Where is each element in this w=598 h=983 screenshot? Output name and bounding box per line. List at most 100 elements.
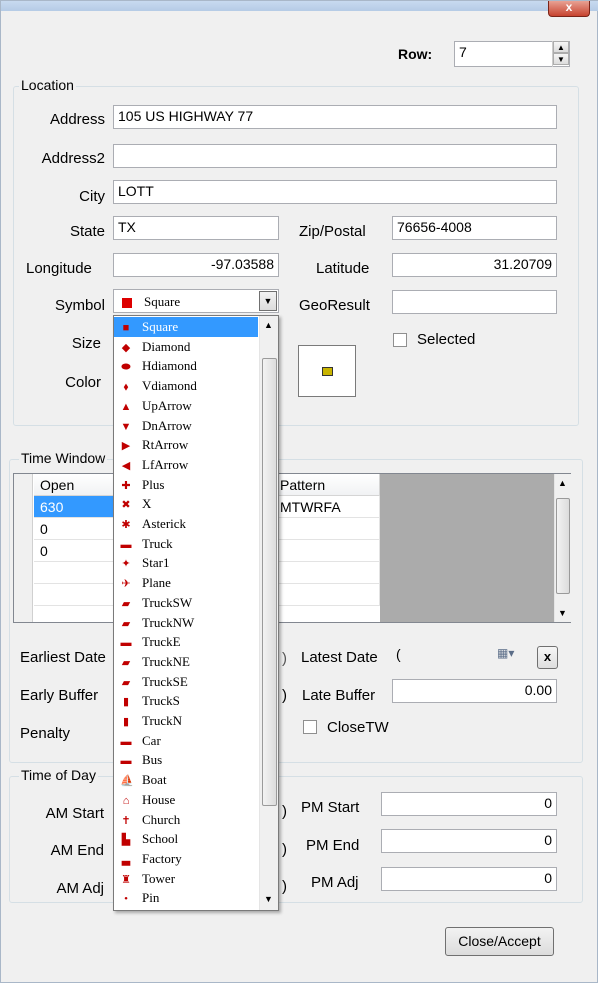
symbol-option[interactable]: ▰ TruckNE <box>114 652 258 672</box>
chevron-down-icon[interactable]: ▼ <box>259 291 277 311</box>
time-window-group-title: Time Window <box>19 450 108 466</box>
latitude-input[interactable]: 31.20709 <box>392 253 557 277</box>
late-buffer-input[interactable]: 0.00 <box>392 679 557 703</box>
symbol-option[interactable]: ⛵ Boat <box>114 770 258 790</box>
closetw-checkbox[interactable] <box>303 720 317 734</box>
spin-up-icon[interactable]: ▲ <box>553 41 569 53</box>
symbol-option-label: Church <box>142 811 181 827</box>
symbol-option[interactable]: ◀ LfArrow <box>114 455 258 475</box>
table-cell-pattern[interactable] <box>274 562 380 584</box>
vdiamond-icon: ⬧ <box>123 381 129 394</box>
scroll-up-icon[interactable]: ▲ <box>264 320 273 330</box>
truck-se-icon: ▰ <box>121 676 131 689</box>
symbol-option[interactable]: ▲ UpArrow <box>114 396 258 416</box>
symbol-option-label: Vdiamond <box>142 378 197 394</box>
symbol-option[interactable]: ▬ Bus <box>114 750 258 770</box>
symbol-option[interactable]: ⬧ Vdiamond <box>114 376 258 396</box>
scroll-down-icon[interactable]: ▼ <box>264 894 273 904</box>
symbol-option[interactable]: ⌂ House <box>114 790 258 810</box>
symbol-option[interactable]: ▰ TruckSW <box>114 593 258 613</box>
symbol-option-label: TruckSW <box>142 594 193 610</box>
symbol-option-label: Bus <box>142 752 163 768</box>
symbol-option[interactable]: ▬ Car <box>114 731 258 751</box>
am-end-label: AM End <box>50 842 104 859</box>
table-cell-pattern[interactable] <box>274 540 380 562</box>
color-swatch <box>322 367 333 376</box>
symbol-dropdown-list[interactable]: ■ Square ◆ Diamond ⬬ Hdiamond ⬧ Vdiamond ▲ UpArro… <box>113 315 279 911</box>
symbol-option[interactable]: ▶ RtArrow <box>114 435 258 455</box>
time-window-grid[interactable]: Open Pattern 630 MTWRFA 0 0 ▲ ▼ <box>13 473 571 623</box>
georesult-input[interactable] <box>392 290 557 314</box>
symbol-option[interactable]: • Pin <box>114 888 258 908</box>
clear-date-button[interactable]: x <box>537 646 558 669</box>
symbol-option[interactable]: ✈ Plane <box>114 573 258 593</box>
state-input[interactable]: TX <box>113 216 279 240</box>
symbol-option-label: Plus <box>142 476 165 492</box>
address-input[interactable]: 105 US HIGHWAY 77 <box>113 105 557 129</box>
left-arrow-icon: ◀ <box>121 459 131 472</box>
bus-icon: ▬ <box>120 755 132 768</box>
address2-input[interactable] <box>113 144 557 168</box>
symbol-option-label: LfArrow <box>142 456 189 472</box>
spin-down-icon[interactable]: ▼ <box>553 53 569 65</box>
grid-scrollbar[interactable]: ▲ ▼ <box>554 474 571 622</box>
symbol-option-label: School <box>142 831 179 847</box>
color-swatch-button[interactable] <box>298 345 356 397</box>
column-header-pattern[interactable]: Pattern <box>274 474 380 496</box>
symbol-option[interactable]: ■ Square <box>114 317 258 337</box>
am-start-label: AM Start <box>45 805 104 822</box>
symbol-option[interactable]: ▰ TruckSE <box>114 672 258 692</box>
symbol-option[interactable]: ⬬ Hdiamond <box>114 356 258 376</box>
symbol-option-label: TruckS <box>142 693 180 709</box>
symbol-option[interactable]: ◆ Diamond <box>114 337 258 357</box>
row-spinner-buttons[interactable]: ▲ ▼ <box>552 41 569 67</box>
longitude-input[interactable]: -97.03588 <box>113 253 279 277</box>
table-cell-pattern[interactable] <box>274 584 380 606</box>
symbol-option-label: X <box>142 496 152 512</box>
symbol-option-label: Plane <box>142 575 171 591</box>
selected-checkbox[interactable] <box>393 333 407 347</box>
symbol-option[interactable]: ♜ Tower <box>114 869 258 889</box>
symbol-option[interactable]: ▬ Truck <box>114 534 258 554</box>
truck-n-icon: ▮ <box>122 716 130 728</box>
window-close-button[interactable]: x <box>548 1 590 17</box>
symbol-option[interactable]: ✱ Asterick <box>114 514 258 534</box>
city-input[interactable]: LOTT <box>113 180 557 204</box>
pm-end-label: PM End <box>306 837 360 854</box>
symbol-combobox[interactable]: Square ▼ <box>113 289 279 313</box>
symbol-option[interactable]: ▮ TruckN <box>114 711 258 731</box>
closetw-label: CloseTW <box>327 719 389 736</box>
symbol-option[interactable]: ✦ Star1 <box>114 553 258 573</box>
title-bar <box>1 1 598 11</box>
scrollbar-thumb[interactable] <box>556 498 570 594</box>
table-cell-pattern[interactable] <box>274 518 380 540</box>
city-label: City <box>79 188 105 205</box>
zip-input[interactable]: 76656-4008 <box>392 216 557 240</box>
symbol-option[interactable]: ✖ X <box>114 494 258 514</box>
scroll-down-icon[interactable]: ▼ <box>558 608 567 618</box>
symbol-option[interactable]: ▰ TruckNW <box>114 613 258 633</box>
pm-end-input[interactable]: 0 <box>381 829 557 853</box>
pm-adj-input[interactable]: 0 <box>381 867 557 891</box>
dropdown-scrollbar[interactable]: ▲ ▼ <box>259 316 278 910</box>
symbol-option[interactable]: ▙ School <box>114 829 258 849</box>
scrollbar-thumb[interactable] <box>262 358 277 806</box>
symbol-option-label: Car <box>142 732 161 748</box>
hdiamond-icon: ⬬ <box>121 361 131 374</box>
close-accept-button[interactable]: Close/Accept <box>445 927 554 956</box>
symbol-option-label: TruckNE <box>142 653 190 669</box>
symbol-option-label: Diamond <box>142 338 191 354</box>
symbol-option-label: House <box>142 791 176 807</box>
row-label: Row: <box>398 46 433 62</box>
table-cell-pattern[interactable]: MTWRFA <box>274 496 380 518</box>
scroll-up-icon[interactable]: ▲ <box>558 478 567 488</box>
pm-start-input[interactable]: 0 <box>381 792 557 816</box>
symbol-option[interactable]: ▮ TruckS <box>114 691 258 711</box>
symbol-option[interactable]: ▬ TruckE <box>114 632 258 652</box>
symbol-option[interactable]: ✝ Church <box>114 810 258 830</box>
calendar-icon[interactable]: ▦▾ <box>497 646 522 660</box>
symbol-option-label: Asterick <box>142 516 187 531</box>
symbol-option[interactable]: ▼ DnArrow <box>114 416 258 436</box>
symbol-option[interactable]: ✚ Plus <box>114 475 258 495</box>
symbol-option[interactable]: ▃ Factory <box>114 849 258 869</box>
